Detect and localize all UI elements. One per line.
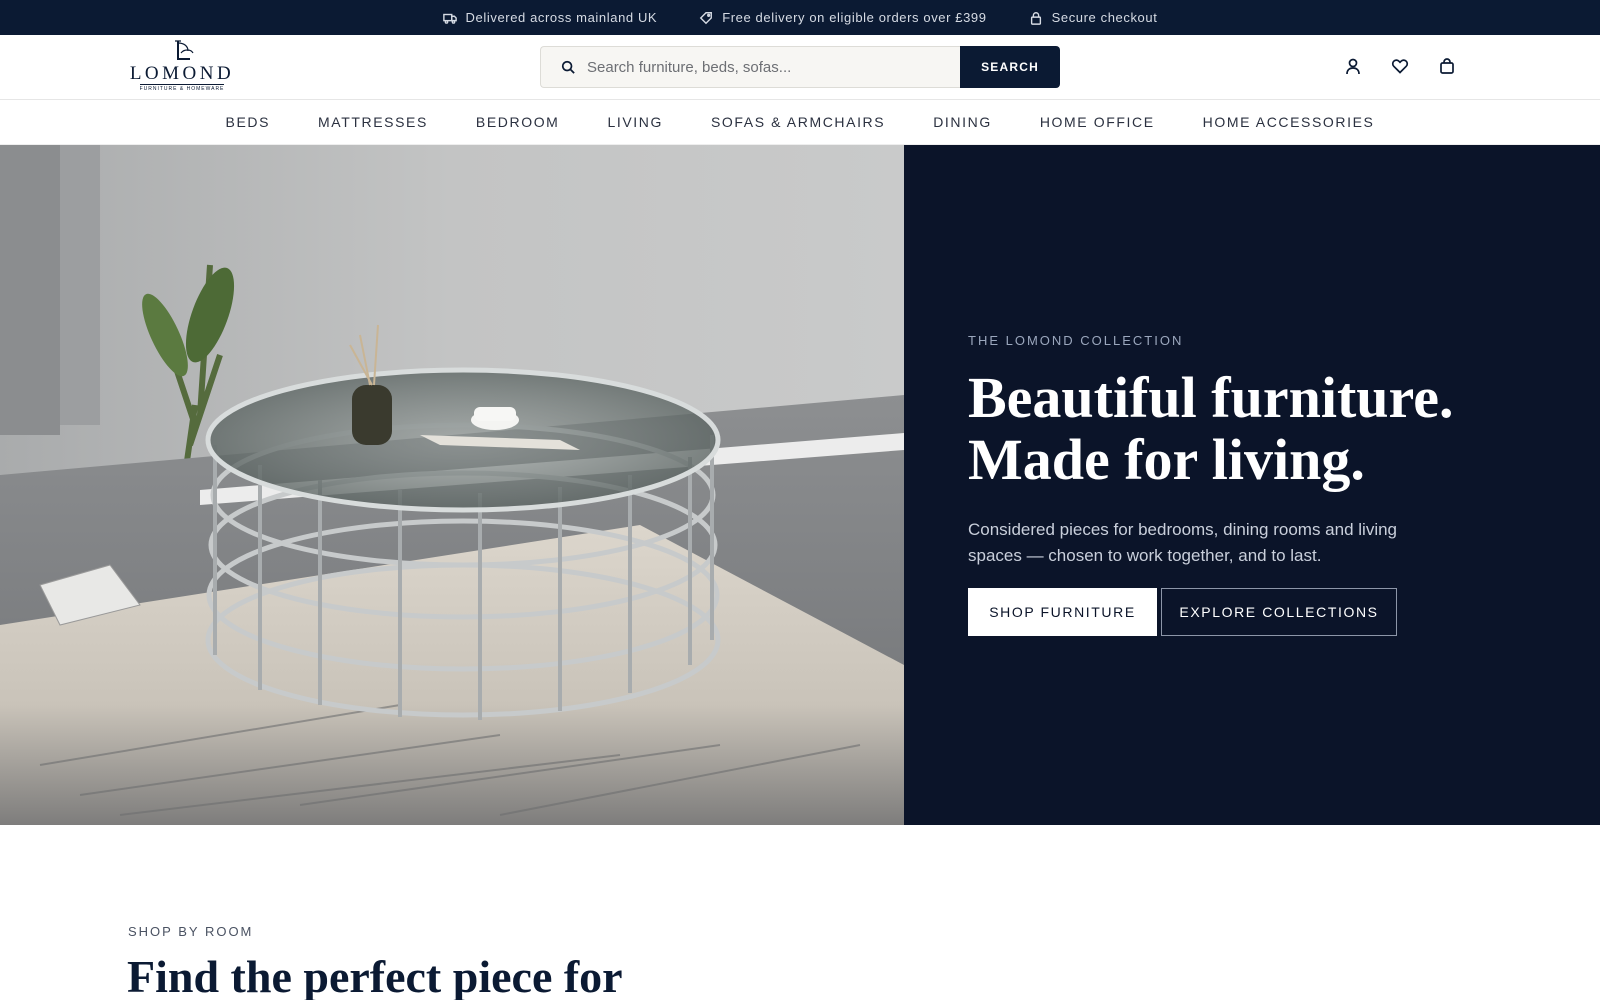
hero-headline: Beautiful furniture. Made for living.: [968, 367, 1528, 491]
hero-subtext: Considered pieces for bedrooms, dining r…: [968, 520, 1398, 565]
account-icon: [1346, 58, 1360, 75]
hero-eyebrow: THE LOMOND COLLECTION: [968, 333, 1184, 348]
shop-furniture-button[interactable]: SHOP FURNITURE: [968, 588, 1157, 636]
announcement-text: Secure checkout: [1051, 10, 1158, 25]
logo-name: LOMOND: [129, 63, 235, 84]
hero-section: THE LOMOND COLLECTION Beautiful furnitur…: [0, 145, 1600, 825]
hero-headline-line2: Made for living.: [968, 427, 1365, 492]
site-header: LOMOND FURNITURE & HOMEWARE SEARCH: [0, 35, 1600, 100]
search-icon: [561, 60, 575, 74]
main-navigation: BEDS MATTRESSES BEDROOM LIVING SOFAS & A…: [0, 100, 1600, 145]
nav-item-home-accessories[interactable]: HOME ACCESSORIES: [1203, 114, 1375, 130]
shopping-bag-icon: [1440, 58, 1454, 74]
logo-mark-icon: [175, 40, 194, 60]
nav-item-mattresses[interactable]: MATTRESSES: [318, 114, 428, 130]
hero-cta-row: SHOP FURNITURE EXPLORE COLLECTIONS: [968, 588, 1397, 636]
announcement-delivery: Delivered across mainland UK: [442, 10, 658, 25]
nav-item-dining[interactable]: DINING: [933, 114, 992, 130]
announcement-text: Free delivery on eligible orders over £3…: [722, 10, 987, 25]
search-bar: SEARCH: [540, 46, 1060, 88]
announcement-free-delivery: Free delivery on eligible orders over £3…: [699, 10, 986, 25]
search-field[interactable]: [540, 46, 960, 88]
account-button[interactable]: [1344, 57, 1362, 75]
header-actions: [1344, 57, 1456, 75]
nav-item-sofas-armchairs[interactable]: SOFAS & ARMCHAIRS: [711, 114, 885, 130]
tag-icon: [699, 11, 713, 24]
announcement-bar: Delivered across mainland UK Free delive…: [0, 0, 1600, 35]
explore-collections-button[interactable]: EXPLORE COLLECTIONS: [1161, 588, 1397, 636]
coffee-table-photo: [0, 145, 904, 825]
wishlist-button[interactable]: [1391, 57, 1409, 75]
site-logo[interactable]: LOMOND FURNITURE & HOMEWARE: [130, 39, 234, 95]
shop-by-room-title: Find the perfect piece for: [127, 951, 623, 1000]
wishlist-heart-icon: [1391, 59, 1409, 74]
truck-icon: [442, 13, 457, 24]
search-input[interactable]: [587, 58, 927, 76]
announcement-secure: Secure checkout: [1029, 10, 1158, 25]
search-button[interactable]: SEARCH: [960, 46, 1060, 88]
hero-panel: THE LOMOND COLLECTION Beautiful furnitur…: [904, 145, 1600, 825]
nav-item-bedroom[interactable]: BEDROOM: [476, 114, 560, 130]
logo-tagline: FURNITURE & HOMEWARE: [139, 84, 225, 92]
nav-item-home-office[interactable]: HOME OFFICE: [1040, 114, 1155, 130]
nav-item-living[interactable]: LIVING: [607, 114, 663, 130]
nav-item-beds[interactable]: BEDS: [226, 114, 271, 130]
hero-image: [0, 145, 904, 825]
announcement-text: Delivered across mainland UK: [465, 10, 658, 25]
hero-headline-line1: Beautiful furniture.: [968, 365, 1454, 430]
lock-icon: [1030, 11, 1041, 25]
cart-button[interactable]: [1438, 57, 1456, 75]
shop-by-room-eyebrow: SHOP BY ROOM: [128, 924, 254, 939]
